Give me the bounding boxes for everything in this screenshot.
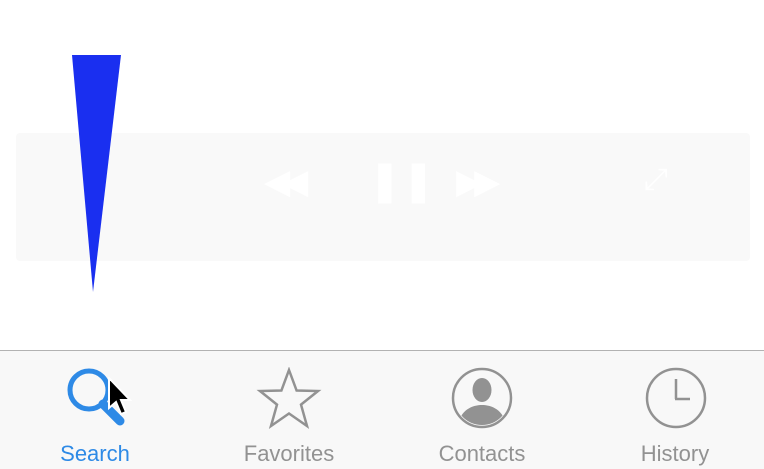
tab-favorites[interactable]: Favorites (194, 351, 384, 469)
tab-history-label: History (640, 441, 710, 466)
rewind-icon[interactable]: ◀◀ (264, 165, 308, 199)
expand-icon[interactable]: ⤢ (644, 165, 668, 195)
mouse-cursor-icon (108, 377, 133, 416)
tab-history[interactable]: History (580, 351, 764, 469)
tab-contacts-label: Contacts (438, 441, 526, 466)
tab-favorites-label: Favorites (243, 441, 335, 466)
fast-forward-icon[interactable]: ▶▶ (456, 165, 500, 199)
tab-contacts[interactable]: Contacts (387, 351, 577, 469)
pointer-marker (72, 55, 121, 292)
media-controls-overlay: ◀◀ ❚❚ ▶▶ ⤢ (16, 133, 750, 261)
tab-search[interactable]: Search (0, 351, 190, 469)
clock-icon (645, 367, 707, 429)
tab-search-label: Search (60, 441, 130, 466)
star-icon (256, 367, 322, 430)
pause-icon[interactable]: ❚❚ (368, 161, 435, 201)
contact-avatar-icon (451, 367, 513, 429)
